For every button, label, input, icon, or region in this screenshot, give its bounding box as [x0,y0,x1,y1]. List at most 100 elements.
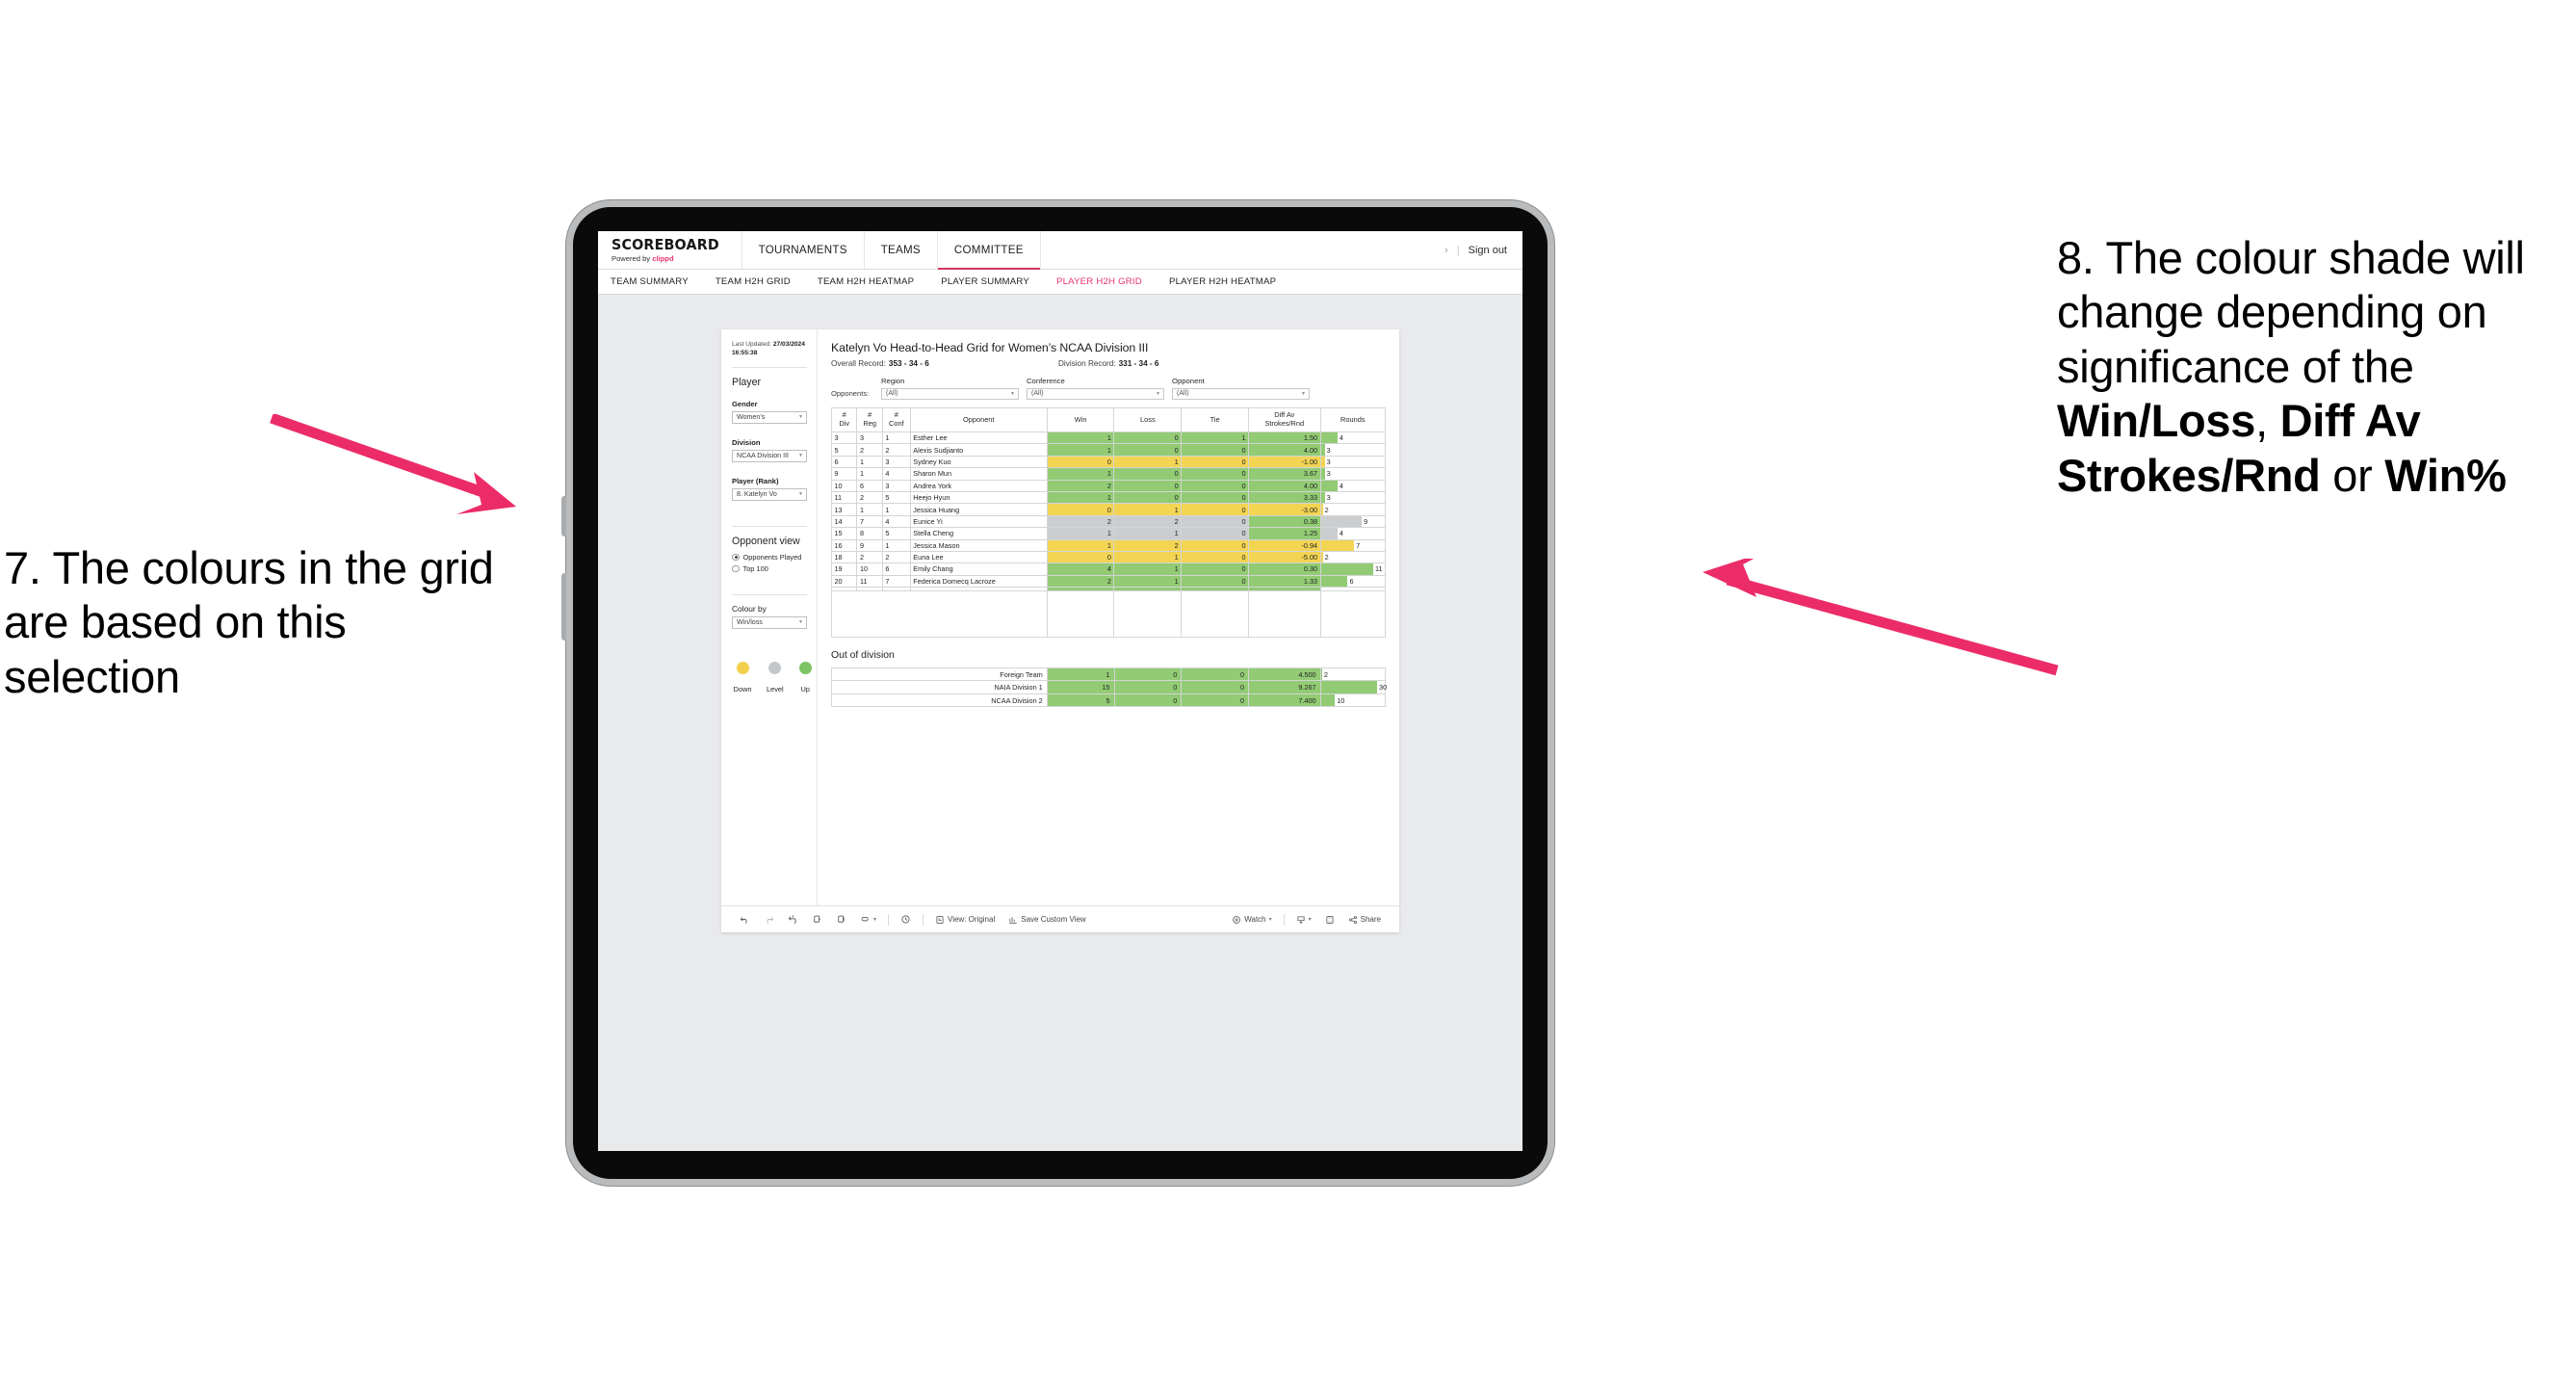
table-row[interactable]: 15 8 5 Stella Cheng 1 1 0 1.25 4 [830,527,1387,540]
table-row[interactable]: 5 2 2 Alexis Sudjianto 1 0 0 4.00 3 [830,443,1387,457]
header-spacer [1041,231,1444,269]
table-row[interactable]: 3 3 1 Esther Lee 1 0 1 1.50 4 [830,431,1387,445]
division-select[interactable]: NCAA Division III ▼ [732,449,807,462]
region-select[interactable]: (All) ▼ [881,387,1019,400]
table-row[interactable]: 11 2 5 Heejo Hyun 1 0 0 3.33 3 [830,490,1387,505]
legend-item-level: Level [767,661,784,693]
player-rank-select[interactable]: 8. Katelyn Vo ▼ [732,487,807,501]
cell-tie: 0 [1181,562,1249,576]
cell-ood-loss: 0 [1113,667,1183,682]
nav-item-tournaments[interactable]: TOURNAMENTS [742,231,865,269]
cell-tie: 0 [1181,527,1249,540]
watch-button[interactable]: Watch ▾ [1225,915,1278,925]
table-row[interactable]: 9 1 4 Sharon Mun 1 0 0 3.67 3 [830,467,1387,481]
cell-reg: 8 [856,527,883,540]
conference-select[interactable]: (All) ▼ [1027,387,1164,400]
scoreboard-logo[interactable]: SCOREBOARD Powered by clippd [598,231,742,269]
col-tie[interactable]: Tie [1181,407,1249,432]
cell-loss: 2 [1113,538,1183,552]
pause-updates-button[interactable] [829,914,853,925]
radio-opponents-played[interactable]: Opponents Played [732,553,807,562]
opponent-view-heading: Opponent view [732,535,800,547]
rounds-bar [1320,563,1374,575]
cell-diff-av-strokes: -5.00 [1248,550,1321,564]
annotation-8-text: 8. The colour shade will change dependin… [2057,231,2572,503]
tab-player-h2h-heatmap[interactable]: PLAYER H2H HEATMAP [1156,276,1289,287]
cell-conf: 5 [881,527,911,540]
ood-table-row[interactable]: NAIA Division 1 15 0 0 9.267 30 [831,680,1388,694]
powered-prefix: Powered by [611,253,653,263]
save-custom-view-button[interactable]: Save Custom View [1002,915,1092,925]
download-button[interactable]: ▾ [1289,915,1318,925]
table-row[interactable]: 13 1 1 Jessica Huang 0 1 0 -3.00 2 [830,503,1387,516]
revert-button[interactable] [781,914,805,925]
filter-panel: Last Updated: 27/03/2024 16:55:38 Player… [721,329,818,905]
cell-loss: 0 [1113,443,1183,457]
history-button[interactable] [894,914,918,925]
table-empty-area [831,590,1387,639]
refresh-data-button[interactable] [805,914,829,925]
legend-item-up: Up [798,661,812,693]
col-diff-av-strokes[interactable]: Diff Av Strokes/Rnd [1248,407,1321,432]
opponent-value: (All) [1177,390,1189,398]
chevron-down-icon: ▼ [1010,390,1015,397]
share-button[interactable]: Share [1341,915,1388,925]
view-original-button[interactable]: View: Original [928,915,1002,925]
divider [732,525,807,527]
tab-player-summary[interactable]: PLAYER SUMMARY [927,276,1043,287]
rounds-value: 30 [1379,683,1388,693]
cell-div: 15 [830,527,858,540]
col-loss[interactable]: Loss [1113,407,1183,432]
colour-by-value: Win/loss [737,618,763,627]
tab-team-h2h-grid[interactable]: TEAM H2H GRID [702,276,804,287]
nav-label: COMMITTEE [953,244,1024,256]
gender-select[interactable]: Women’s ▼ [732,410,807,424]
share-label: Share [1360,915,1381,924]
table-row[interactable]: 14 7 4 Eunice Yi 2 2 0 0.38 9 [830,514,1387,529]
cell-rounds: 4 [1319,527,1387,540]
cell-rounds: 9 [1319,514,1387,529]
highlight-button[interactable]: ▾ [853,914,883,925]
sign-out-button[interactable]: Sign out [1469,245,1507,256]
col-reg[interactable]: # Reg [856,407,883,432]
col-opponent[interactable]: Opponent [909,407,1048,432]
division-label: Division [732,437,761,447]
division-value: NCAA Division III [737,452,790,460]
cell-diff-av-strokes: 0.30 [1248,562,1321,576]
col-div[interactable]: # Div [830,407,858,432]
ood-table-row[interactable]: NCAA Division 2 5 0 0 7.400 10 [831,693,1387,708]
table-row[interactable]: 20 11 7 Federica Domecq Lacroze 2 1 0 1.33 6 [830,574,1387,588]
workspace: Last Updated: 27/03/2024 16:55:38 Player… [598,295,1522,1151]
table-row[interactable]: 18 2 2 Euna Lee 0 1 0 -5.00 2 [830,550,1387,564]
fullscreen-button[interactable] [1318,915,1341,925]
cell-ood-tie: 0 [1181,680,1250,694]
table-row[interactable]: 16 9 1 Jessica Mason 1 2 0 -0.94 7 [830,538,1387,552]
col-conf[interactable]: # Conf [881,407,911,432]
rounds-value: 4 [1339,481,1343,490]
tab-team-h2h-heatmap[interactable]: TEAM H2H HEATMAP [804,276,927,287]
tab-team-summary[interactable]: TEAM SUMMARY [611,276,702,287]
col-win[interactable]: Win [1046,407,1115,432]
table-row[interactable]: 19 10 6 Emily Chang 4 1 0 0.30 11 [830,562,1387,576]
redo-button[interactable] [757,914,781,925]
nav-item-committee[interactable]: COMMITTEE [937,231,1041,270]
cell-rounds: 3 [1319,455,1387,469]
tablet-device-frame: SCOREBOARD Powered by clippd TOURNAMENTS… [561,200,1554,1186]
colour-by-select[interactable]: Win/loss ▼ [732,615,807,629]
toolbar-divider [923,913,924,926]
tab-player-h2h-grid[interactable]: PLAYER H2H GRID [1043,276,1156,287]
cell-conf: 7 [881,574,911,588]
overall-record: Overall Record: 353 - 34 - 6 [831,359,1058,368]
col-rounds[interactable]: Rounds [1319,407,1387,432]
radio-top-100[interactable]: Top 100 [732,564,807,573]
opponent-select[interactable]: (All) ▼ [1172,387,1310,400]
nav-item-teams[interactable]: TEAMS [865,231,938,269]
rounds-value: 3 [1326,469,1331,479]
toolbar-divider [1283,913,1285,926]
rounds-value: 4 [1339,433,1343,443]
table-row[interactable]: 6 1 3 Sydney Kuo 0 1 0 -1.00 3 [830,455,1387,469]
table-row[interactable]: 10 6 3 Andrea York 2 0 0 4.00 4 [830,479,1387,492]
undo-button[interactable] [733,914,757,925]
ood-table-row[interactable]: Foreign Team 1 0 0 4.500 2 [831,667,1387,682]
chevron-right-icon[interactable]: › [1444,245,1448,256]
